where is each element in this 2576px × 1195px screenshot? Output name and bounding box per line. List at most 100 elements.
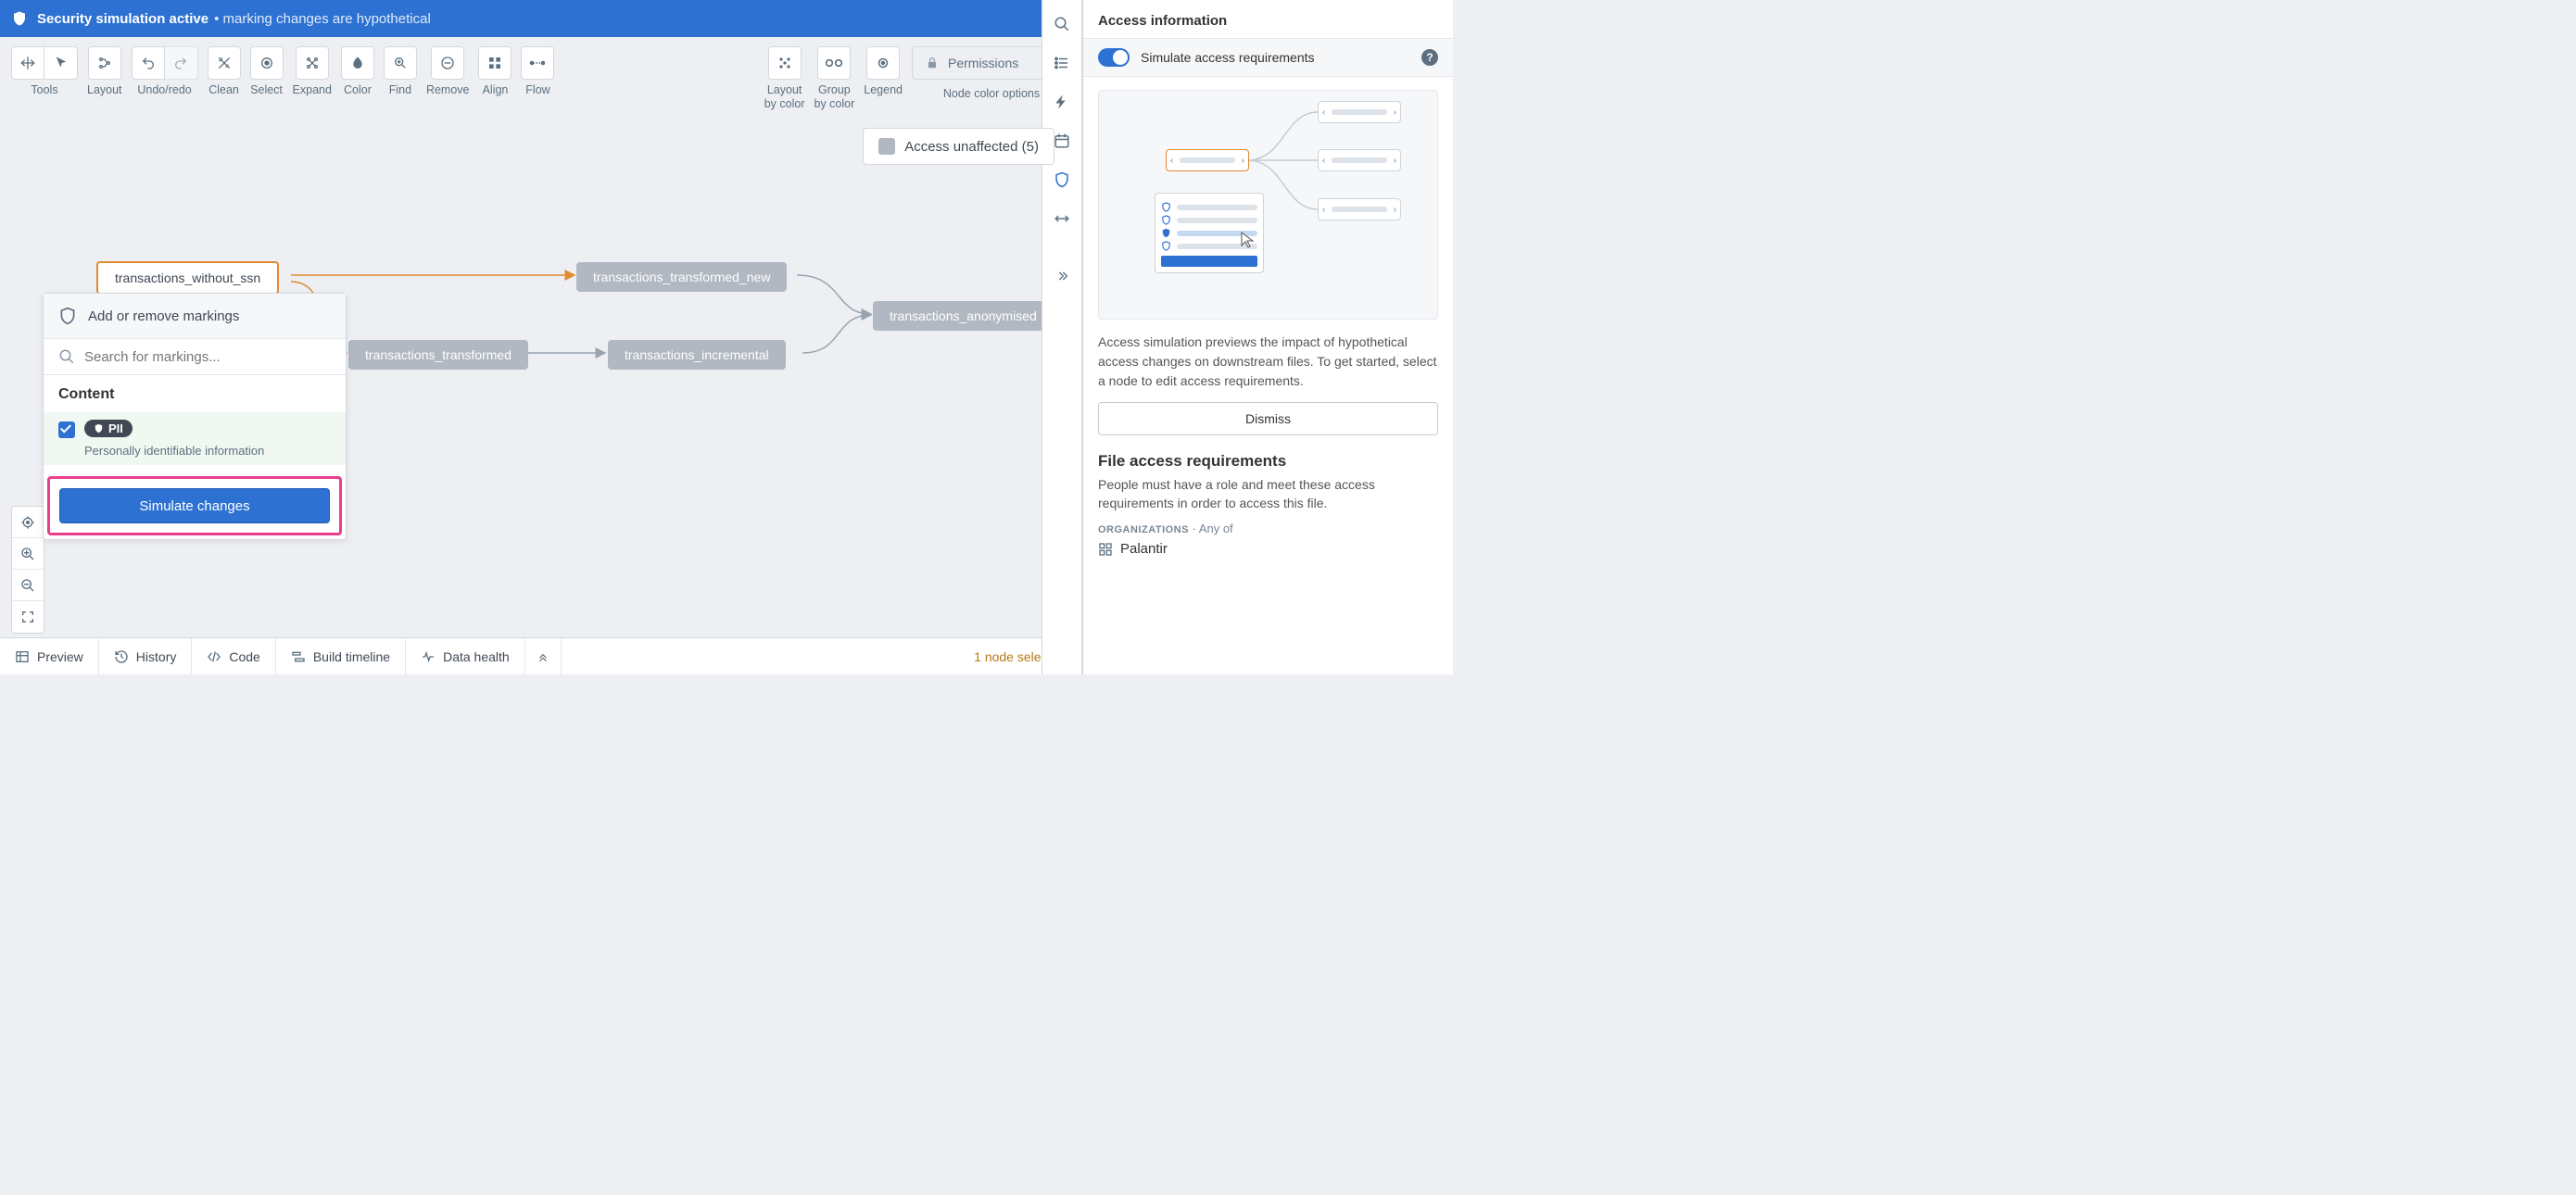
remove-button[interactable] (431, 46, 464, 80)
help-icon[interactable]: ? (1421, 49, 1438, 66)
org-icon (1098, 542, 1113, 557)
shield-solid-icon (94, 423, 104, 434)
tab-build-timeline[interactable]: Build timeline (276, 638, 406, 674)
align-button[interactable] (478, 46, 511, 80)
zoom-tools (11, 506, 44, 634)
simulate-changes-button[interactable]: Simulate changes (59, 488, 330, 523)
group-by-color-label: Group by color (814, 83, 855, 111)
tab-build-timeline-label: Build timeline (313, 649, 390, 664)
flow-button[interactable] (521, 46, 554, 80)
popup-header: Add or remove markings (44, 294, 346, 339)
topbar-subtitle: • marking changes are hypothetical (214, 11, 431, 27)
shield-outline-icon (58, 307, 77, 325)
tab-preview-label: Preview (37, 649, 83, 664)
markings-search-input[interactable] (84, 349, 331, 365)
zoom-out-button[interactable] (12, 570, 44, 601)
popup-search-row (44, 339, 346, 375)
node-transactions-without-ssn[interactable]: transactions_without_ssn (96, 261, 279, 295)
tab-data-health[interactable]: Data health (406, 638, 525, 674)
node-transactions-incremental[interactable]: transactions_incremental (608, 340, 786, 370)
tab-data-health-label: Data health (443, 649, 510, 664)
tab-history[interactable]: History (99, 638, 193, 674)
popup-section-content: Content (58, 386, 331, 403)
panel-title: Access information (1083, 0, 1453, 38)
pii-label: PII (108, 421, 123, 435)
node-transactions-transformed[interactable]: transactions_transformed (348, 340, 528, 370)
node-transactions-transformed-new[interactable]: transactions_transformed_new (576, 262, 787, 292)
popup-footer-highlight: Simulate changes (47, 476, 342, 535)
search-icon (58, 348, 75, 365)
badge-color-square (878, 138, 895, 155)
select-button[interactable] (250, 46, 284, 80)
file-access-desc: People must have a role and meet these a… (1083, 476, 1453, 522)
shield-icon (11, 10, 28, 27)
clean-label: Clean (208, 83, 239, 97)
rail-security-button[interactable] (1045, 163, 1079, 196)
simulate-toggle-label: Simulate access requirements (1141, 50, 1410, 65)
flow-label: Flow (525, 83, 549, 97)
node-transactions-anonymised[interactable]: transactions_anonymised (873, 301, 1054, 331)
popup-title: Add or remove markings (88, 308, 239, 324)
find-button[interactable] (384, 46, 417, 80)
org-name: Palantir (1120, 541, 1168, 557)
tab-code-label: Code (229, 649, 259, 664)
undo-button[interactable] (132, 46, 165, 80)
rail-search-button[interactable] (1045, 7, 1079, 41)
legend-button[interactable] (866, 46, 900, 80)
access-unaffected-badge[interactable]: Access unaffected (5) (863, 128, 1054, 165)
node-color-options-label: Node color options (943, 87, 1040, 100)
simulate-toggle[interactable] (1098, 48, 1130, 67)
layout-by-color-button[interactable] (768, 46, 802, 80)
pointer-tool[interactable] (44, 46, 78, 80)
color-button[interactable] (341, 46, 374, 80)
rail-build-button[interactable] (1045, 85, 1079, 119)
access-info-panel: Access information Simulate access requi… (1082, 0, 1453, 674)
chevron-double-up-icon (537, 650, 549, 663)
rail-compare-button[interactable] (1045, 202, 1079, 235)
tab-code[interactable]: Code (192, 638, 275, 674)
bottom-bar: Preview History Code Build timeline Data… (0, 637, 1082, 674)
right-rail (1042, 0, 1082, 674)
remove-label: Remove (426, 83, 470, 97)
lock-icon (926, 57, 939, 69)
zoom-in-button[interactable] (12, 538, 44, 570)
file-access-title: File access requirements (1083, 452, 1453, 471)
layout-by-color-label: Layout by color (764, 83, 805, 111)
cursor-icon (1240, 232, 1255, 248)
tab-history-label: History (136, 649, 177, 664)
orgs-any-text: · Any of (1189, 522, 1233, 535)
rail-collapse-button[interactable] (1045, 259, 1079, 293)
undoredo-label: Undo/redo (137, 83, 191, 97)
code-icon (207, 649, 221, 664)
expand-panel-button[interactable] (525, 638, 562, 674)
illustration-node: ‹› (1318, 198, 1401, 220)
simulation-description: Access simulation previews the impact of… (1083, 329, 1453, 402)
table-icon (15, 649, 30, 664)
dismiss-button[interactable]: Dismiss (1098, 402, 1438, 435)
color-label: Color (344, 83, 372, 97)
illustration-node: ‹› (1318, 101, 1401, 123)
simulate-toggle-row: Simulate access requirements ? (1083, 38, 1453, 77)
timeline-icon (291, 649, 306, 664)
orgs-label-text: ORGANIZATIONS (1098, 524, 1189, 535)
orgs-section-label: ORGANIZATIONS · Any of (1083, 522, 1453, 535)
align-label: Align (483, 83, 509, 97)
illustration-selected-node: ‹› (1166, 149, 1249, 171)
redo-button[interactable] (165, 46, 198, 80)
permissions-label: Permissions (948, 56, 1018, 70)
pii-badge: PII (84, 420, 133, 437)
group-by-color-button[interactable] (817, 46, 851, 80)
expand-label: Expand (293, 83, 332, 97)
fullscreen-button[interactable] (12, 601, 44, 633)
layout-button[interactable] (88, 46, 121, 80)
locate-button[interactable] (12, 507, 44, 538)
pii-checkbox[interactable] (58, 421, 75, 438)
history-icon (114, 649, 129, 664)
markings-popup: Add or remove markings Content PII Perso… (43, 293, 347, 540)
clean-button[interactable] (208, 46, 241, 80)
expand-button[interactable] (296, 46, 329, 80)
rail-list-button[interactable] (1045, 46, 1079, 80)
tab-preview[interactable]: Preview (0, 638, 99, 674)
marking-item-pii[interactable]: PII Personally identifiable information (44, 412, 346, 465)
move-tool[interactable] (11, 46, 44, 80)
